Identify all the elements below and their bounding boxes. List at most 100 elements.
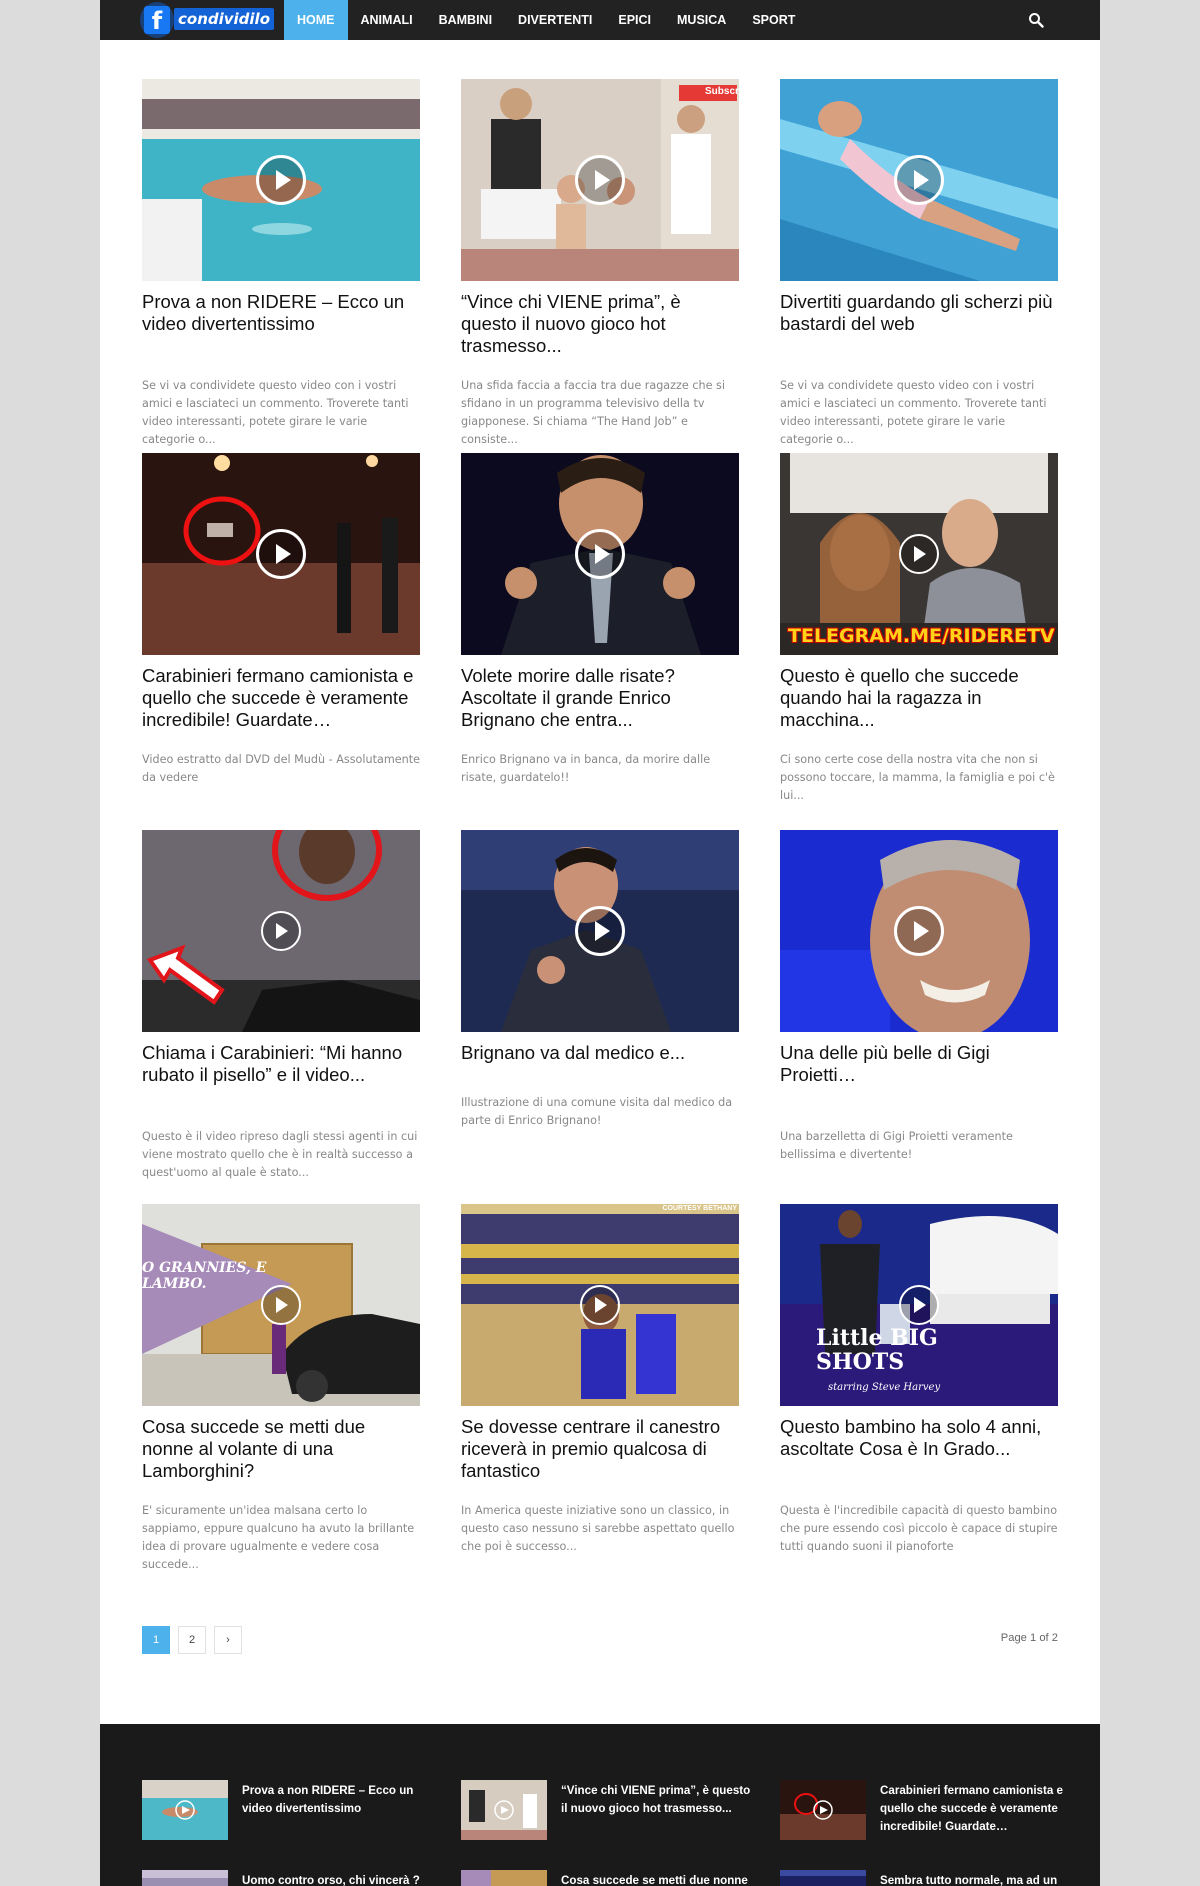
post-thumbnail[interactable] — [780, 79, 1058, 281]
nav-item-divertenti[interactable]: DIVERTENTI — [505, 0, 605, 40]
swimmer-image — [142, 1780, 228, 1840]
post-thumbnail[interactable] — [142, 79, 420, 281]
post-card: Prova a non RIDERE – Ecco un video diver… — [142, 79, 420, 449]
post-card: TELEGRAM.ME/RIDERETV Questo è quello che… — [780, 453, 1058, 805]
play-icon — [899, 1285, 939, 1325]
footer-post-thumbnail[interactable] — [142, 1780, 228, 1840]
post-thumbnail[interactable]: TELEGRAM.ME/RIDERETV — [780, 453, 1058, 655]
site-logo[interactable]: f condividilo — [140, 2, 276, 38]
play-icon — [575, 529, 625, 579]
post-excerpt: Enrico Brignano va in banca, da morire d… — [461, 753, 711, 784]
post-card: Brignano va dal medico e... Illustrazion… — [461, 830, 739, 1130]
post-card: Volete morire dalle risate? Ascoltate il… — [461, 453, 739, 787]
post-thumbnail[interactable] — [142, 830, 420, 1032]
nav-item-sport[interactable]: SPORT — [739, 0, 808, 40]
footer-post-thumbnail[interactable] — [780, 1780, 866, 1840]
post-card: Chiama i Carabinieri: “Mi hanno rubato i… — [142, 830, 420, 1182]
footer-post[interactable]: Sembra tutto normale, ma ad un — [780, 1870, 1070, 1886]
play-icon — [894, 906, 944, 956]
post-title[interactable]: “Vince chi VIENE prima”, è questo il nuo… — [461, 291, 739, 357]
footer-post-title[interactable]: Cosa succede se metti due nonne — [561, 1872, 751, 1886]
footer-post[interactable]: Cosa succede se metti due nonne — [461, 1870, 751, 1886]
post-title[interactable]: Carabinieri fermano camionista e quello … — [142, 665, 420, 731]
footer-post[interactable]: Carabinieri fermano camionista e quello … — [780, 1780, 1070, 1840]
footer-post-title[interactable]: Prova a non RIDERE – Ecco un video diver… — [242, 1782, 432, 1818]
post-excerpt: Questo è il video ripreso dagli stessi a… — [142, 1130, 418, 1179]
post-title[interactable]: Prova a non RIDERE – Ecco un video diver… — [142, 291, 420, 357]
footer-post-title[interactable]: Carabinieri fermano camionista e quello … — [880, 1782, 1070, 1836]
post-card: Subscri “Vince chi VIENE prima”, è quest… — [461, 79, 739, 449]
post-excerpt: Una barzelletta di Gigi Proietti veramen… — [780, 1130, 1013, 1161]
footer-post-title[interactable]: “Vince chi VIENE prima”, è questo il nuo… — [561, 1782, 751, 1818]
post-excerpt: In America queste iniziative sono un cla… — [461, 1504, 735, 1553]
post-card: Little BIG SHOTS starring Steve Harvey Q… — [780, 1204, 1058, 1556]
footer-post[interactable]: Prova a non RIDERE – Ecco un video diver… — [142, 1780, 432, 1840]
play-icon — [261, 911, 301, 951]
post-title[interactable]: Una delle più belle di Gigi Proietti… — [780, 1042, 1058, 1108]
post-excerpt: Questa è l'incredibile capacità di quest… — [780, 1504, 1058, 1553]
post-excerpt: Se vi va condividete questo video con i … — [780, 379, 1047, 446]
search-icon[interactable] — [1028, 12, 1044, 28]
footer-post[interactable]: “Vince chi VIENE prima”, è questo il nuo… — [461, 1780, 751, 1840]
post-thumbnail[interactable]: O GRANNIES, E LAMBO. — [142, 1204, 420, 1406]
post-title[interactable]: Divertiti guardando gli scherzi più bast… — [780, 291, 1058, 357]
play-icon — [894, 155, 944, 205]
courtesy-caption: COURTESY BETHANY — [662, 1205, 737, 1212]
post-thumbnail[interactable] — [461, 830, 739, 1032]
play-icon — [256, 529, 306, 579]
footer-post[interactable]: Uomo contro orso, chi vincerà ? — [142, 1870, 432, 1886]
footer: Prova a non RIDERE – Ecco un video diver… — [100, 1724, 1100, 1886]
post-title[interactable]: Cosa succede se metti due nonne al volan… — [142, 1416, 420, 1482]
post-title[interactable]: Questo è quello che succede quando hai l… — [780, 665, 1058, 731]
post-title[interactable]: Volete morire dalle risate? Ascoltate il… — [461, 665, 739, 731]
post-title[interactable]: Se dovesse centrare il canestro riceverà… — [461, 1416, 739, 1482]
footer-post-title[interactable]: Sembra tutto normale, ma ad un — [880, 1872, 1070, 1886]
play-icon — [256, 155, 306, 205]
top-navbar: f condividilo HOME ANIMALI BAMBINI DIVER… — [100, 0, 1100, 40]
post-thumbnail[interactable]: COURTESY BETHANY — [461, 1204, 739, 1406]
post-excerpt: Se vi va condividete questo video con i … — [142, 379, 409, 446]
post-thumbnail[interactable]: Little BIG SHOTS starring Steve Harvey — [780, 1204, 1058, 1406]
post-title[interactable]: Chiama i Carabinieri: “Mi hanno rubato i… — [142, 1042, 420, 1108]
post-title[interactable]: Questo bambino ha solo 4 anni, ascoltate… — [780, 1416, 1058, 1482]
tv-show-image — [461, 1780, 547, 1840]
footer-post-thumbnail[interactable] — [461, 1780, 547, 1840]
pagination: 1 2 › — [142, 1626, 242, 1654]
nav-item-animali[interactable]: ANIMALI — [348, 0, 426, 40]
logo-text: condividilo — [174, 8, 274, 30]
post-thumbnail[interactable] — [142, 453, 420, 655]
post-card: O GRANNIES, E LAMBO. Cosa succede se met… — [142, 1204, 420, 1574]
post-thumbnail[interactable] — [780, 830, 1058, 1032]
post-thumbnail[interactable] — [461, 453, 739, 655]
lamborghini-image — [461, 1870, 547, 1886]
play-icon — [899, 534, 939, 574]
facebook-f-icon: f — [144, 6, 170, 35]
post-excerpt: Video estratto dal DVD del Mudù - Assolu… — [142, 753, 420, 784]
page-2-button[interactable]: 2 — [178, 1626, 206, 1654]
play-icon — [261, 1285, 301, 1325]
bear-image — [142, 1870, 228, 1886]
post-card: COURTESY BETHANY Se dovesse centrare il … — [461, 1204, 739, 1556]
post-excerpt: Illustrazione di una comune visita dal m… — [461, 1096, 733, 1127]
telegram-watermark: TELEGRAM.ME/RIDERETV — [788, 625, 1055, 647]
footer-post-thumbnail[interactable] — [142, 1870, 228, 1886]
stage-image — [780, 1870, 866, 1886]
footer-post-thumbnail[interactable] — [461, 1870, 547, 1886]
night-street-image — [780, 1780, 866, 1840]
nav-item-bambini[interactable]: BAMBINI — [426, 0, 505, 40]
post-card: Una delle più belle di Gigi Proietti… Un… — [780, 830, 1058, 1164]
play-icon — [575, 906, 625, 956]
nav-item-epici[interactable]: EPICI — [605, 0, 664, 40]
play-icon — [580, 1285, 620, 1325]
page: f condividilo HOME ANIMALI BAMBINI DIVER… — [100, 0, 1100, 1886]
main-menu: HOME ANIMALI BAMBINI DIVERTENTI EPICI MU… — [284, 0, 808, 40]
footer-post-thumbnail[interactable] — [780, 1870, 866, 1886]
post-thumbnail[interactable]: Subscri — [461, 79, 739, 281]
nav-item-home[interactable]: HOME — [284, 0, 348, 40]
nav-item-musica[interactable]: MUSICA — [664, 0, 739, 40]
show-logo-text: Little BIG SHOTS — [816, 1325, 938, 1375]
next-page-chevron-icon[interactable]: › — [214, 1626, 242, 1654]
footer-post-title[interactable]: Uomo contro orso, chi vincerà ? — [242, 1872, 432, 1886]
page-1-button[interactable]: 1 — [142, 1626, 170, 1654]
page-info: Page 1 of 2 — [1000, 1632, 1058, 1644]
